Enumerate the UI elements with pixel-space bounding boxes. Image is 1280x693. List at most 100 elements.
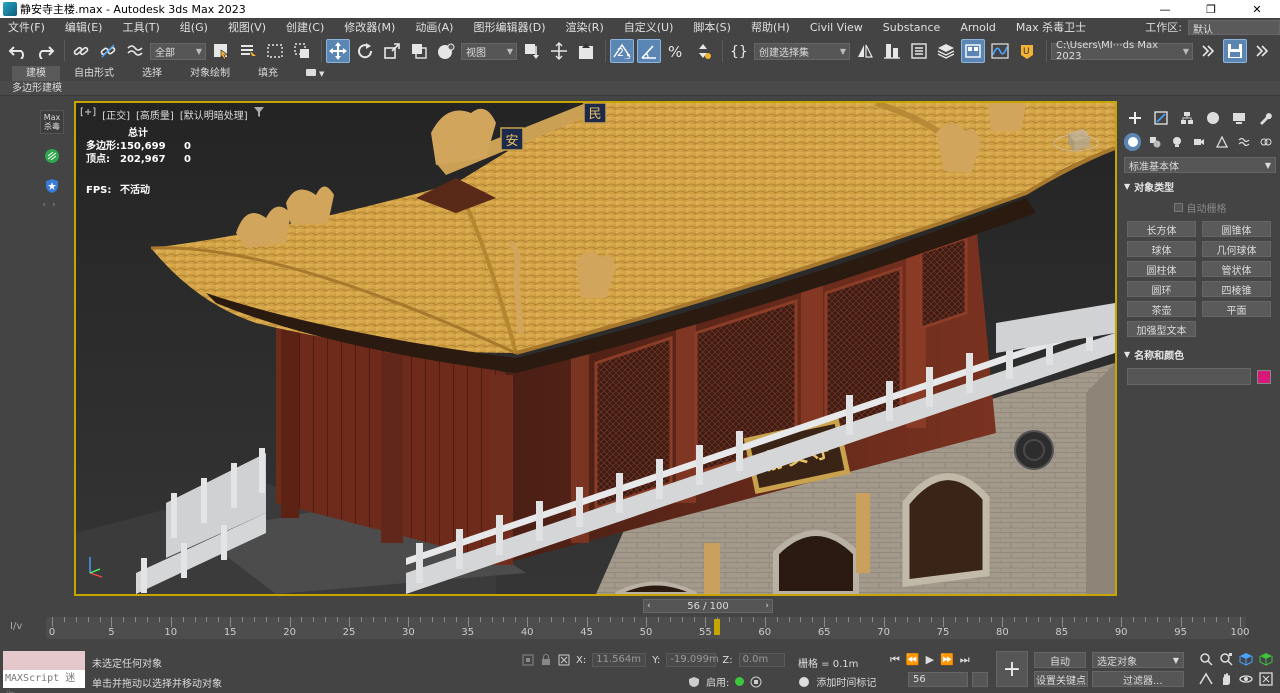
maxscript-input[interactable]: MAXScript 迷你 — [3, 670, 85, 693]
hierarchy-tab[interactable] — [1176, 109, 1198, 127]
shapes-category[interactable] — [1146, 133, 1163, 151]
enabled-indicator[interactable] — [735, 677, 745, 686]
object-name-input[interactable] — [1127, 368, 1251, 385]
orbit-icon[interactable] — [1238, 671, 1254, 687]
window-crossing-button[interactable] — [290, 39, 314, 63]
spacewarps-category[interactable] — [1235, 133, 1252, 151]
viewport-quality-label[interactable]: [高质量] — [136, 107, 174, 122]
toggle-ribbon-button[interactable] — [961, 39, 985, 63]
teapot-button[interactable]: 茶壶 — [1127, 301, 1196, 317]
zoom-all-icon[interactable] — [1218, 651, 1234, 667]
save-button[interactable] — [1223, 39, 1247, 63]
filter-icon[interactable] — [253, 107, 264, 117]
reference-coordinate-dropdown[interactable]: 视图 ▼ — [461, 42, 517, 60]
x-coordinate-field[interactable]: 11.564m — [592, 653, 647, 667]
side-arrows-icon[interactable]: ‹› — [42, 200, 61, 210]
maximize-button[interactable]: ❐ — [1188, 0, 1234, 18]
key-filters-button[interactable]: 过滤器... — [1092, 671, 1184, 687]
zoom-extents-icon[interactable] — [1238, 651, 1254, 667]
spinner-snap-button[interactable] — [691, 39, 715, 63]
zoom-icon[interactable] — [1198, 651, 1214, 667]
lock-icon[interactable] — [540, 654, 552, 666]
menu-tools[interactable]: 工具(T) — [122, 19, 159, 35]
mirror-button[interactable] — [853, 39, 877, 63]
close-button[interactable]: ✕ — [1234, 0, 1280, 18]
cameras-category[interactable] — [1191, 133, 1208, 151]
percent-snap-button[interactable]: % — [664, 39, 688, 63]
maxscript-output[interactable] — [3, 651, 85, 670]
edit-named-selection-button[interactable]: {} — [727, 39, 751, 63]
tab-populate[interactable]: 填充 — [244, 66, 292, 81]
time-configuration-button[interactable] — [972, 672, 988, 687]
tab-freeform[interactable]: 自由形式 — [60, 66, 128, 81]
toolbar-more-right-button[interactable] — [1250, 39, 1274, 63]
viewport-shading-label[interactable]: [默认明暗处理] — [180, 107, 248, 122]
menu-customize[interactable]: 自定义(U) — [624, 19, 674, 35]
field-of-view-icon[interactable] — [1198, 671, 1214, 687]
shield-check-icon[interactable] — [688, 676, 700, 688]
set-key-button[interactable]: + — [996, 651, 1028, 687]
menu-edit[interactable]: 编辑(E) — [65, 19, 103, 35]
menu-create[interactable]: 创建(C) — [286, 19, 324, 35]
systems-category[interactable] — [1258, 133, 1275, 151]
select-and-rotate-button[interactable] — [353, 39, 377, 63]
menu-graph-editors[interactable]: 图形编辑器(D) — [473, 19, 545, 35]
menu-modifiers[interactable]: 修改器(M) — [344, 19, 395, 35]
menu-group[interactable]: 组(G) — [180, 19, 208, 35]
menu-arnold[interactable]: Arnold — [960, 21, 996, 34]
chevron-right-icon[interactable]: › — [765, 601, 769, 611]
geosphere-button[interactable]: 几何球体 — [1202, 241, 1271, 257]
select-by-name-button[interactable] — [236, 39, 260, 63]
menu-scripting[interactable]: 脚本(S) — [693, 19, 731, 35]
maxscript-listener[interactable]: MAXScript 迷你 — [3, 651, 85, 693]
select-and-scale-button[interactable] — [380, 39, 404, 63]
set-key-mode-button[interactable]: 设置关键点 — [1034, 671, 1088, 687]
pan-icon[interactable] — [1218, 671, 1234, 687]
menu-civil-view[interactable]: Civil View — [810, 21, 863, 34]
curve-editor-button[interactable] — [988, 39, 1012, 63]
sphere-button[interactable]: 球体 — [1127, 241, 1196, 257]
workspace-dropdown[interactable]: 默认 — [1188, 19, 1280, 36]
menu-rendering[interactable]: 渲染(R) — [566, 19, 604, 35]
bind-spacewarp-button[interactable] — [123, 39, 147, 63]
menu-max-antivirus[interactable]: Max 杀毒卫士 — [1016, 19, 1086, 35]
keyboard-shortcut-override-button[interactable] — [574, 39, 598, 63]
torus-button[interactable]: 圆环 — [1127, 281, 1196, 297]
create-tab[interactable] — [1124, 109, 1146, 127]
isolate-icon[interactable] — [522, 654, 534, 666]
name-color-rollout[interactable]: ▼ 名称和颜色 — [1124, 347, 1276, 362]
menu-file[interactable]: 文件(F) — [8, 19, 45, 35]
angle-snap-button[interactable] — [637, 39, 661, 63]
pivot-center-button[interactable] — [520, 39, 544, 63]
geometry-category[interactable] — [1124, 133, 1142, 151]
track-bar-icon[interactable]: I/v — [10, 621, 22, 632]
track-bar[interactable]: 0 5 10 15 20 25 30 35 40 45 50 55 60 65 70 75 80 85 90 95 10… — [46, 617, 1250, 639]
viewport-perspective[interactable]: [+] [正交] [高质量] [默认明暗处理] 总计 多边形: 150,699 0 … — [74, 101, 1117, 596]
tab-selection[interactable]: 选择 — [128, 66, 176, 81]
menu-help[interactable]: 帮助(H) — [751, 19, 790, 35]
chevron-left-icon[interactable]: ‹ — [647, 601, 651, 611]
max-antivirus-logo[interactable]: Max 杀毒 — [40, 110, 64, 134]
textplus-button[interactable]: 加强型文本 — [1127, 321, 1196, 337]
time-tag-icon[interactable] — [798, 676, 810, 688]
shield-button[interactable] — [44, 178, 60, 194]
auto-key-button[interactable]: 自动 — [1034, 652, 1086, 668]
select-and-link-inheritance-button[interactable] — [547, 39, 571, 63]
menu-animation[interactable]: 动画(A) — [415, 19, 453, 35]
go-to-start-icon[interactable]: ⏮ — [890, 653, 900, 667]
material-editor-button[interactable]: U — [1015, 39, 1039, 63]
ribbon-panel-label[interactable]: 多边形建模 — [0, 81, 1280, 96]
next-frame-icon[interactable]: ⏩ — [940, 653, 954, 667]
play-icon[interactable]: ▶ — [926, 653, 934, 667]
z-coordinate-field[interactable]: 0.0m — [738, 653, 785, 667]
degradation-icon[interactable] — [750, 676, 762, 688]
zoom-extents-all-icon[interactable] — [1258, 651, 1274, 667]
pyramid-button[interactable]: 四棱锥 — [1202, 281, 1271, 297]
object-type-rollout[interactable]: ▼ 对象类型 — [1124, 179, 1276, 194]
link-button[interactable] — [69, 39, 93, 63]
project-folder-dropdown[interactable]: C:\Users\MI⋯ds Max 2023 ▼ — [1051, 40, 1193, 62]
unlink-button[interactable] — [96, 39, 120, 63]
scene-security-button[interactable] — [44, 148, 60, 164]
add-time-tag-button[interactable]: 添加时间标记 — [816, 674, 876, 689]
helpers-category[interactable] — [1213, 133, 1230, 151]
